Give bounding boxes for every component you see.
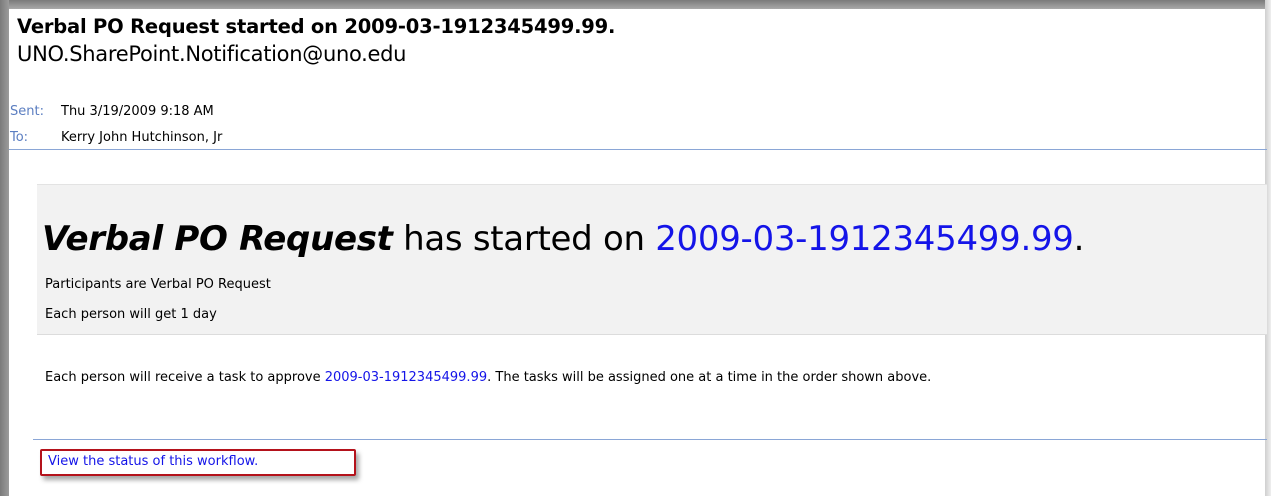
- workflow-headline: Verbal PO Request has started on 2009-03…: [42, 219, 1084, 259]
- duration-text: Each person will get 1 day: [45, 307, 217, 322]
- task-text-after: . The tasks will be assigned one at a ti…: [487, 370, 932, 385]
- task-text-before: Each person will receive a task to appro…: [45, 370, 325, 385]
- to-row: To: Kerry John Hutchinson, Jr: [8, 130, 222, 145]
- workflow-name: Verbal PO Request: [42, 219, 393, 259]
- email-sender[interactable]: UNO.SharePoint.Notification@uno.edu: [17, 42, 406, 66]
- window-frame-left: [0, 0, 9, 496]
- header-divider: [9, 149, 1267, 150]
- window-frame-top: [0, 0, 1271, 9]
- email-subject: Verbal PO Request started on 2009-03-191…: [17, 15, 616, 38]
- task-description: Each person will receive a task to appro…: [45, 370, 931, 385]
- view-status-link[interactable]: View the status of this workflow.: [48, 454, 258, 469]
- sent-label: Sent:: [10, 104, 44, 119]
- participants-text: Participants are Verbal PO Request: [45, 277, 271, 292]
- headline-period: .: [1073, 219, 1085, 259]
- sent-value: Thu 3/19/2009 9:18 AM: [61, 104, 214, 119]
- workflow-notice-panel: [37, 184, 1267, 335]
- task-item-link[interactable]: 2009-03-1912345499.99: [325, 370, 487, 385]
- sent-row: Sent: Thu 3/19/2009 9:18 AM: [8, 104, 214, 119]
- headline-started-text: has started on: [392, 219, 656, 259]
- footer-divider: [33, 439, 1267, 440]
- recipient-name[interactable]: Kerry John Hutchinson, Jr: [61, 130, 222, 145]
- to-label: To:: [10, 130, 29, 145]
- headline-item-link[interactable]: 2009-03-1912345499.99: [655, 219, 1074, 259]
